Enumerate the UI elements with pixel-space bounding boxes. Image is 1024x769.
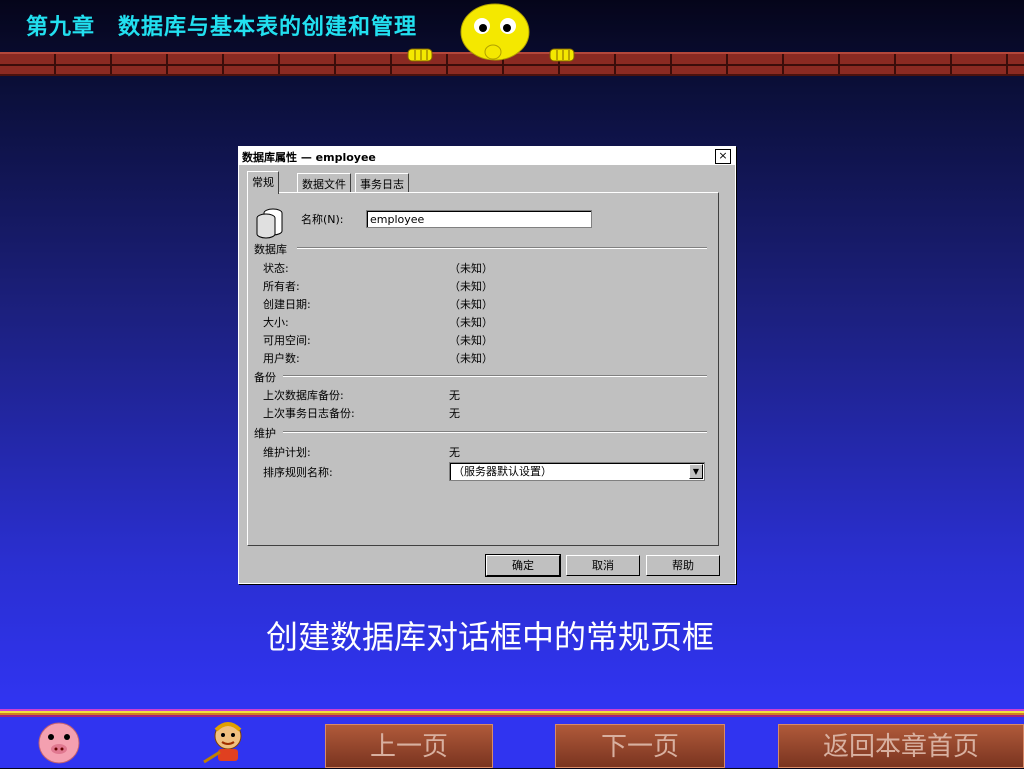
size-label: 大小:: [263, 316, 289, 329]
cancel-button[interactable]: 取消: [566, 555, 640, 576]
section-database-label: 数据库: [254, 243, 287, 256]
dialog-title-bar: 数据库属性 — employee ×: [239, 147, 735, 165]
owner-value: （未知）: [449, 280, 493, 293]
slide-caption: 创建数据库对话框中的常规页框: [265, 618, 714, 656]
section-divider: [283, 375, 707, 377]
ok-button[interactable]: 确定: [485, 554, 561, 577]
close-icon[interactable]: ×: [715, 149, 731, 164]
monkey-king-icon[interactable]: [198, 716, 254, 766]
hand-left-icon: [407, 48, 433, 62]
database-name-input[interactable]: employee: [366, 210, 592, 228]
slide-title: 第九章 数据库与基本表的创建和管理: [26, 15, 418, 40]
chevron-down-icon[interactable]: ▼: [689, 464, 703, 479]
tab-transaction-log[interactable]: 事务日志: [355, 173, 409, 193]
chapter-home-button[interactable]: 返回本章首页: [778, 724, 1024, 768]
created-date-value: （未知）: [449, 298, 493, 311]
maintenance-plan-value: 无: [449, 446, 460, 459]
bottom-divider: [0, 709, 1024, 717]
status-value: （未知）: [449, 262, 493, 275]
general-tab-panel: [247, 192, 719, 546]
database-icon: [256, 208, 283, 239]
last-db-backup-label: 上次数据库备份:: [263, 389, 344, 402]
tab-general[interactable]: 常规: [247, 171, 279, 194]
section-divider: [283, 431, 707, 433]
hand-right-icon: [549, 48, 575, 62]
prev-page-button[interactable]: 上一页: [325, 724, 493, 768]
help-button[interactable]: 帮助: [646, 555, 720, 576]
collation-selected-value: （服务器默认设置）: [453, 465, 552, 478]
next-page-button[interactable]: 下一页: [555, 724, 725, 768]
free-space-value: （未知）: [449, 334, 493, 347]
peeking-smiley-icon: [460, 3, 530, 61]
owner-label: 所有者:: [263, 280, 300, 293]
section-maintenance-label: 维护: [254, 427, 276, 440]
size-value: （未知）: [449, 316, 493, 329]
collation-select[interactable]: （服务器默认设置） ▼: [449, 462, 705, 481]
section-divider: [297, 247, 707, 249]
free-space-label: 可用空间:: [263, 334, 311, 347]
status-label: 状态:: [263, 262, 289, 275]
user-count-value: （未知）: [449, 352, 493, 365]
maintenance-plan-label: 维护计划:: [263, 446, 311, 459]
last-log-backup-label: 上次事务日志备份:: [263, 407, 355, 420]
collation-label: 排序规则名称:: [263, 466, 333, 479]
created-date-label: 创建日期:: [263, 298, 311, 311]
last-db-backup-value: 无: [449, 389, 460, 402]
user-count-label: 用户数:: [263, 352, 300, 365]
section-backup-label: 备份: [254, 371, 276, 384]
last-log-backup-value: 无: [449, 407, 460, 420]
pig-face-icon[interactable]: [36, 720, 82, 764]
database-properties-dialog: 数据库属性 — employee × 常规 数据文件 事务日志 名称(N): e…: [238, 146, 736, 584]
tab-data-files[interactable]: 数据文件: [297, 173, 351, 193]
name-label: 名称(N):: [301, 213, 344, 226]
dialog-title: 数据库属性 — employee: [242, 151, 376, 164]
